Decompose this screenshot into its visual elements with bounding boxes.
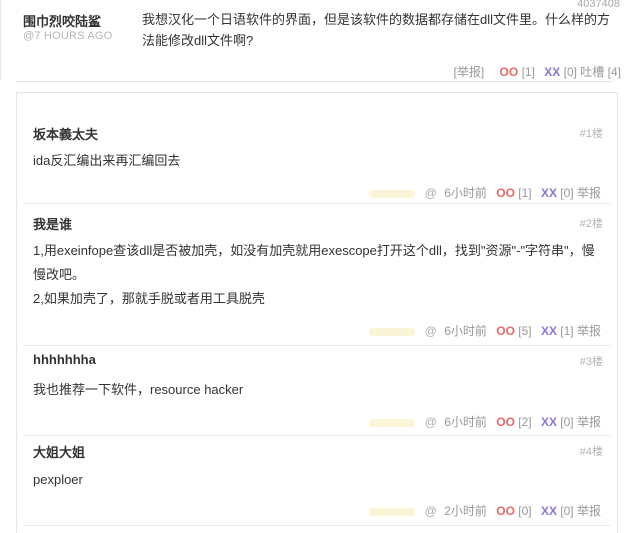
comment-actions: @ 6小时前 OO [5] XX [1] 举报	[369, 322, 601, 339]
watermark	[369, 507, 416, 516]
comment-line: 2,如果加壳了，那就手脱或者用工具脱壳	[33, 291, 265, 306]
xx-vote-button[interactable]: XX	[541, 415, 557, 429]
watermark	[369, 327, 416, 336]
watermark	[369, 189, 416, 198]
comment-body: 我也推荐一下软件，resource hacker	[33, 378, 603, 402]
xx-count: [0]	[560, 415, 574, 429]
comment-item: 我是谁 #2楼 1,用exeinfope查该dll是否被加壳，如没有加壳就用ex…	[23, 203, 611, 346]
comment-time: 2小时前	[444, 504, 487, 518]
comment-floor: #4楼	[579, 446, 603, 458]
clock-icon: @	[424, 324, 437, 338]
post-actions: [举报] OO [1] XX [0] 吐槽 [4]	[454, 63, 621, 80]
watermark	[369, 418, 416, 427]
post-author[interactable]: 围巾烈咬陆鲨	[23, 11, 101, 30]
oo-count: [5]	[518, 324, 532, 338]
comment-list: 坂本義太夫 #1楼 ida反汇编出来再汇编回去 @ 6小时前 OO [1] XX…	[16, 92, 618, 533]
oo-count: [0]	[518, 504, 532, 518]
comment-line: pexploer	[33, 472, 83, 487]
comment-item: 大姐大姐 #4楼 pexploer @ 2小时前 OO [0] XX [0] 举…	[23, 435, 611, 526]
comment-body: 1,用exeinfope查该dll是否被加壳，如没有加壳就用exescope打开…	[33, 239, 603, 311]
post-content: 我想汉化一个日语软件的界面，但是该软件的数据都存储在dll文件里。什么样的方法能…	[142, 12, 611, 48]
comment-floor: #3楼	[579, 356, 603, 368]
oo-vote-button[interactable]: OO	[496, 186, 515, 200]
comment-author[interactable]: 坂本義太夫	[33, 124, 98, 143]
comment-line: 1,用exeinfope查该dll是否被加壳，如没有加壳就用exescope打开…	[33, 243, 595, 282]
xx-vote-button[interactable]: XX	[544, 65, 560, 79]
oo-vote-button[interactable]: OO	[496, 504, 515, 518]
xx-vote-button[interactable]: XX	[541, 324, 557, 338]
xx-vote-button[interactable]: XX	[541, 504, 557, 518]
clock-icon: @	[424, 415, 437, 429]
comment-body: ida反汇编出来再汇编回去	[33, 149, 603, 173]
comment-body: pexploer	[33, 468, 603, 492]
tucao-count: [4]	[607, 65, 621, 79]
report-button[interactable]: [举报]	[454, 65, 485, 79]
comment-time: 6小时前	[444, 324, 487, 338]
comment-item: 坂本義太夫 #1楼 ida反汇编出来再汇编回去 @ 6小时前 OO [1] XX…	[23, 103, 611, 204]
xx-count: [0]	[560, 504, 574, 518]
comment-time: 6小时前	[444, 415, 487, 429]
comment-item: hhhhhhha #3楼 我也推荐一下软件，resource hacker @ …	[23, 345, 611, 436]
divider	[15, 81, 613, 82]
comment-author[interactable]: hhhhhhha	[33, 352, 96, 367]
report-button[interactable]: 举报	[577, 415, 601, 429]
oo-count: [2]	[518, 415, 532, 429]
report-button[interactable]: 举报	[577, 186, 601, 200]
main-post: 围巾烈咬陆鲨 @7 HOURS AGO 我想汉化一个日语软件的界面，但是该软件的…	[0, 0, 626, 82]
oo-count: [1]	[518, 186, 532, 200]
oo-vote-button[interactable]: OO	[496, 324, 515, 338]
xx-vote-button[interactable]: XX	[541, 186, 557, 200]
xx-count: [0]	[563, 65, 577, 79]
comment-floor: #1楼	[579, 128, 603, 140]
clock-icon: @	[424, 504, 437, 518]
comment-actions: @ 2小时前 OO [0] XX [0] 举报	[369, 502, 601, 519]
oo-vote-button[interactable]: OO	[500, 65, 519, 79]
tucao-button[interactable]: 吐槽	[580, 65, 604, 79]
clock-icon: @	[424, 186, 437, 200]
comment-floor: #2楼	[579, 218, 603, 230]
report-button[interactable]: 举报	[577, 504, 601, 518]
oo-vote-button[interactable]: OO	[496, 415, 515, 429]
comment-line: ida反汇编出来再汇编回去	[33, 153, 181, 168]
comment-actions: @ 6小时前 OO [2] XX [0] 举报	[369, 413, 601, 430]
comment-author[interactable]: 大姐大姐	[33, 442, 85, 461]
report-button[interactable]: 举报	[577, 324, 601, 338]
oo-count: [1]	[521, 65, 535, 79]
comment-line: 我也推荐一下软件，resource hacker	[33, 382, 244, 397]
post-time: @7 HOURS AGO	[23, 30, 113, 42]
comment-actions: @ 6小时前 OO [1] XX [0] 举报	[369, 184, 601, 201]
comment-author[interactable]: 我是谁	[33, 214, 72, 233]
xx-count: [0]	[560, 186, 574, 200]
xx-count: [1]	[560, 324, 574, 338]
comment-time: 6小时前	[444, 186, 487, 200]
